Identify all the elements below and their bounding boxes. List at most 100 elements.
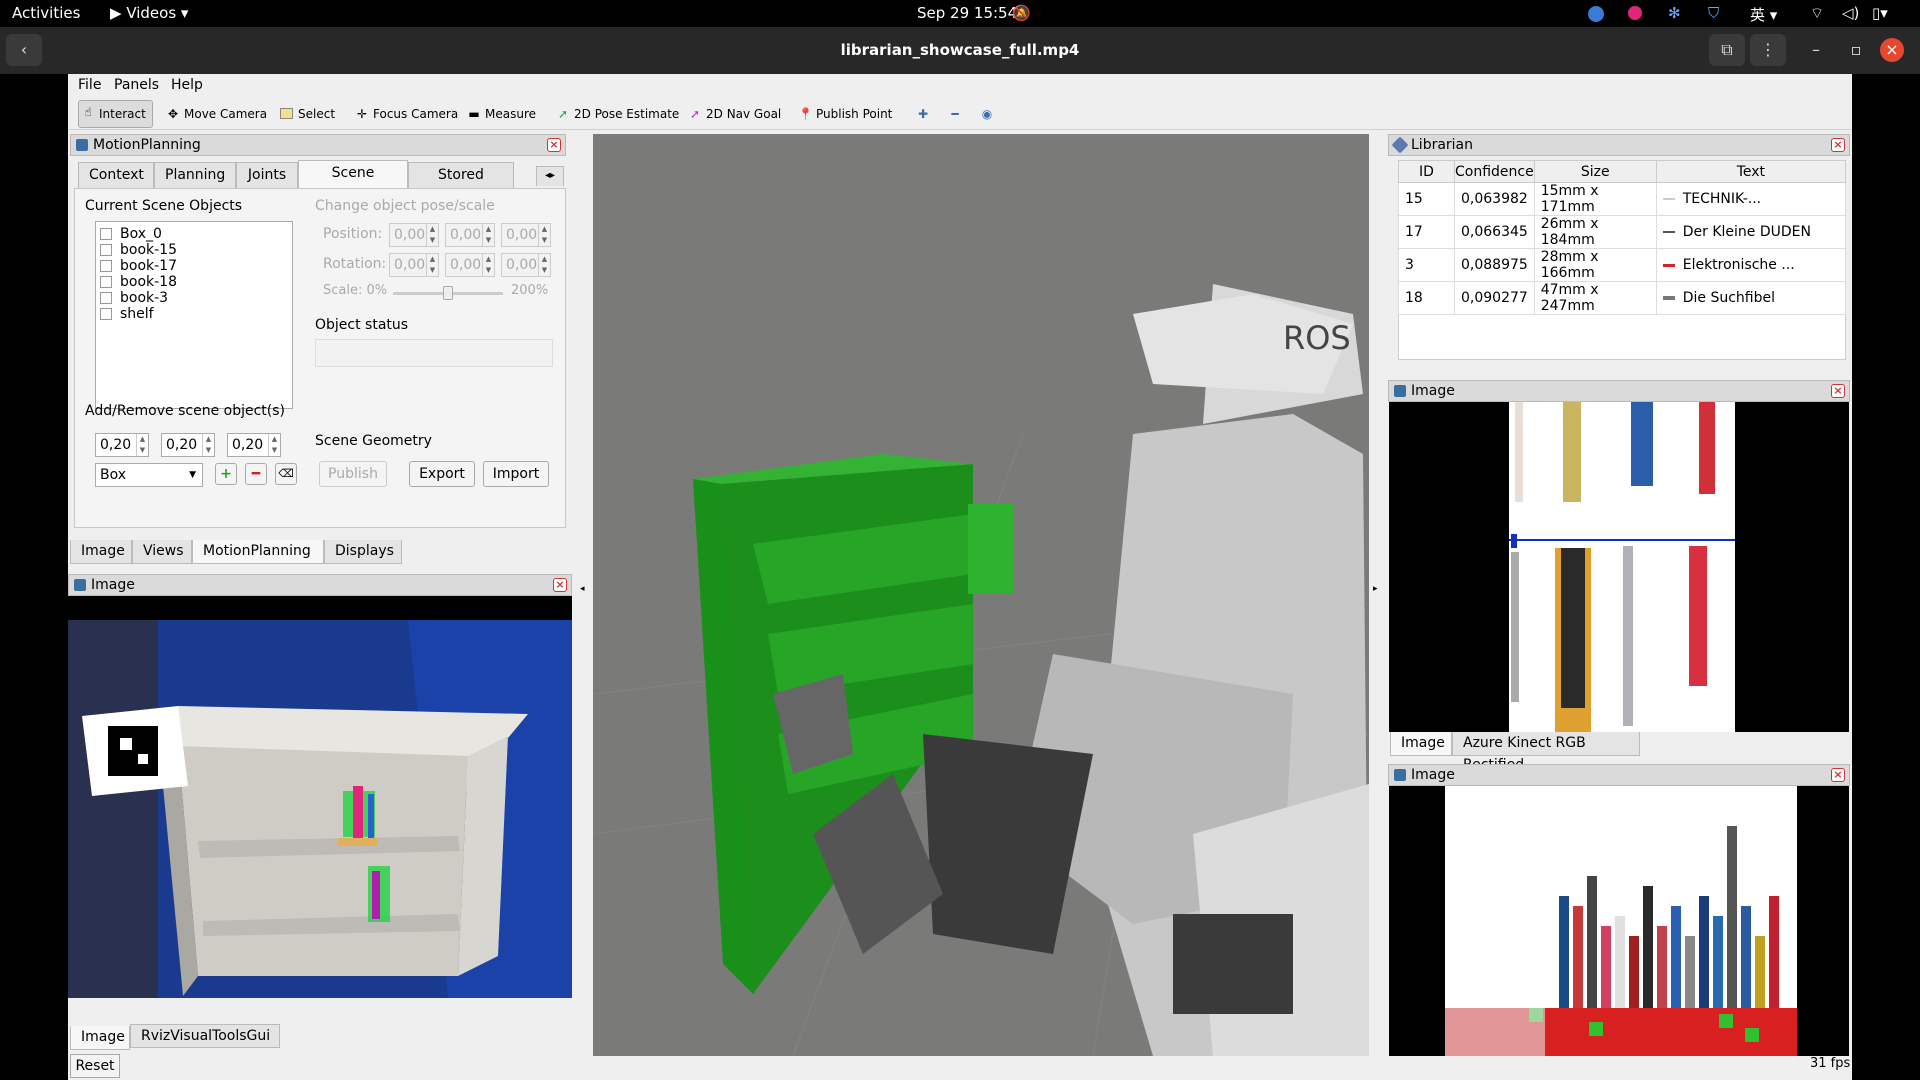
table-row[interactable]: 3 0,088975 28mm x 166mm Elektronische ...: [1398, 248, 1847, 282]
slack-icon[interactable]: ✻: [1668, 4, 1681, 22]
checkbox[interactable]: [100, 244, 112, 256]
app-menu[interactable]: ▶ Videos ▾: [110, 4, 188, 22]
table-row[interactable]: 18 0,090277 47mm x 247mm Die Suchfibel: [1398, 281, 1847, 315]
checkbox[interactable]: [100, 292, 112, 304]
close-icon[interactable]: ×: [547, 138, 561, 152]
column-header-id[interactable]: ID: [1398, 160, 1455, 183]
librarian-dock-title[interactable]: Librarian ×: [1388, 134, 1850, 156]
scene-objects-list[interactable]: Box_0 book-15 book-17 book-18 book-3 she…: [95, 221, 293, 409]
book-detection-image-view[interactable]: [1389, 786, 1849, 1056]
list-item[interactable]: book-18: [100, 274, 177, 290]
input-method-indicator[interactable]: 英 ▾: [1750, 4, 1777, 25]
minimize-icon[interactable]: –: [1798, 34, 1834, 66]
slider-handle[interactable]: [443, 286, 453, 300]
close-icon[interactable]: ×: [1831, 768, 1845, 782]
rotation-z-spinbox[interactable]: 0,00 ▲ ▼: [501, 253, 551, 277]
pose-estimate-tool[interactable]: ➚ 2D Pose Estimate: [554, 103, 679, 125]
image-dock-title[interactable]: Image ×: [68, 574, 572, 596]
dock-tab-image[interactable]: Image: [70, 540, 132, 564]
azure-kinect-tab[interactable]: Azure Kinect RGB Rectified: [1452, 732, 1640, 773]
checkbox[interactable]: [100, 228, 112, 240]
scale-slider[interactable]: [393, 286, 503, 300]
dock-tab-motion-planning[interactable]: MotionPlanning: [192, 540, 324, 564]
publish-point-tool[interactable]: 📍 Publish Point: [796, 103, 892, 125]
reset-button[interactable]: Reset: [70, 1054, 120, 1078]
list-item[interactable]: shelf: [100, 306, 154, 322]
dim-x-spinbox[interactable]: 0,20 ▲ ▼: [95, 433, 149, 457]
table-row[interactable]: 15 0,063982 15mm x 171mm TECHNIK-...: [1398, 182, 1847, 216]
activities-button[interactable]: Activities: [12, 4, 80, 22]
shape-select[interactable]: Box ▼: [95, 463, 203, 487]
tab-joints[interactable]: Joints: [236, 162, 298, 188]
column-header-size[interactable]: Size: [1533, 160, 1657, 183]
import-button[interactable]: Import: [483, 461, 549, 487]
nav-goal-tool[interactable]: ➚ 2D Nav Goal: [686, 103, 781, 125]
close-icon[interactable]: ×: [1880, 38, 1904, 62]
rotation-x-spinbox[interactable]: 0,00 ▲ ▼: [389, 253, 439, 277]
tray-app-icon[interactable]: [1628, 6, 1642, 20]
picture-in-picture-icon[interactable]: ⧉: [1709, 34, 1745, 66]
list-item[interactable]: book-15: [100, 242, 177, 258]
checkbox[interactable]: [100, 308, 112, 320]
measure-tool[interactable]: ▬ Measure: [465, 103, 536, 125]
list-item[interactable]: Box_0: [100, 226, 162, 242]
clock[interactable]: Sep 29 15:54: [917, 4, 1017, 22]
image-dock-title[interactable]: Image ×: [1388, 380, 1850, 402]
3d-viewport[interactable]: ROS: [593, 134, 1369, 1056]
remove-object-button[interactable]: ━: [245, 463, 267, 485]
rotation-y-spinbox[interactable]: 0,00 ▲ ▼: [445, 253, 495, 277]
close-icon[interactable]: ×: [1831, 384, 1845, 398]
image-tab[interactable]: Image: [1390, 732, 1452, 756]
volume-icon[interactable]: ◁): [1842, 4, 1859, 22]
close-icon[interactable]: ×: [553, 578, 567, 592]
remove-tool-icon[interactable]: ━: [946, 103, 962, 125]
dim-y-spinbox[interactable]: 0,20 ▲ ▼: [161, 433, 215, 457]
position-z-spinbox[interactable]: 0,00 ▲ ▼: [501, 223, 551, 247]
dock-tab-views[interactable]: Views: [132, 540, 192, 564]
tab-planning[interactable]: Planning: [154, 162, 236, 188]
checkbox[interactable]: [100, 276, 112, 288]
menu-help[interactable]: Help: [171, 77, 203, 93]
move-camera-tool[interactable]: ✥ Move Camera: [164, 103, 267, 125]
tray-app-icon[interactable]: [1588, 6, 1604, 22]
menu-file[interactable]: File: [78, 77, 101, 93]
position-y-spinbox[interactable]: 0,00 ▲ ▼: [445, 223, 495, 247]
rviz-visual-tools-tab[interactable]: RvizVisualToolsGui: [130, 1024, 280, 1048]
more-menu-icon[interactable]: ⋮: [1750, 34, 1786, 66]
image-tab[interactable]: Image: [70, 1026, 130, 1050]
dim-z-spinbox[interactable]: 0,20 ▲ ▼: [227, 433, 281, 457]
add-tool-icon[interactable]: ✚: [914, 103, 930, 125]
motion-planning-dock-title[interactable]: MotionPlanning ×: [70, 134, 566, 156]
tab-stored-scenes[interactable]: Stored Scenes: [408, 162, 514, 207]
tab-scroll-arrows[interactable]: ◂▸: [536, 166, 564, 186]
splitter-left-arrow-icon[interactable]: ◂: [580, 584, 585, 594]
battery-icon[interactable]: ▯▾: [1872, 4, 1888, 22]
add-object-button[interactable]: +: [215, 463, 237, 485]
kinect-image-view[interactable]: [1389, 402, 1849, 732]
tab-context[interactable]: Context: [78, 162, 154, 188]
splitter-right-arrow-icon[interactable]: ▸: [1373, 584, 1378, 594]
maximize-icon[interactable]: ▫: [1838, 34, 1874, 66]
select-tool[interactable]: Select: [278, 103, 335, 125]
column-header-text[interactable]: Text: [1655, 160, 1847, 183]
menu-panels[interactable]: Panels: [114, 77, 159, 93]
clear-objects-button[interactable]: ⌫: [275, 463, 297, 485]
position-x-spinbox[interactable]: 0,00 ▲ ▼: [389, 223, 439, 247]
tool-properties-icon[interactable]: ◉: [978, 103, 994, 125]
image-dock-title[interactable]: Image ×: [1388, 764, 1850, 786]
column-header-confidence[interactable]: Confidence: [1454, 160, 1535, 183]
publish-button[interactable]: Publish: [319, 461, 387, 487]
table-row[interactable]: 17 0,066345 26mm x 184mm Der Kleine DUDEN: [1398, 215, 1847, 249]
checkbox[interactable]: [100, 260, 112, 272]
tab-scene-objects[interactable]: Scene Objects: [298, 160, 408, 205]
export-button[interactable]: Export: [409, 461, 475, 487]
list-item[interactable]: book-17: [100, 258, 177, 274]
interact-tool[interactable]: ☝ Interact: [78, 100, 153, 128]
shield-icon[interactable]: ⛉: [1708, 4, 1719, 22]
dock-tab-displays[interactable]: Displays: [324, 540, 402, 564]
camera-image-view[interactable]: [68, 596, 572, 998]
list-item[interactable]: book-3: [100, 290, 168, 306]
focus-camera-tool[interactable]: ✛ Focus Camera: [353, 103, 458, 125]
wifi-icon[interactable]: ⌔: [1810, 4, 1824, 23]
close-icon[interactable]: ×: [1831, 138, 1845, 152]
